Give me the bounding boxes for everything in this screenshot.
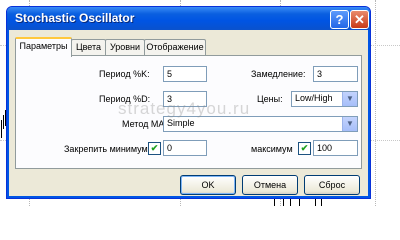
k-period-input[interactable]: 5 [163, 66, 207, 82]
chevron-down-icon[interactable]: ▼ [342, 92, 357, 106]
fix-min-input[interactable]: 0 [163, 140, 207, 156]
fix-min-checkbox[interactable]: ✔ [148, 142, 161, 155]
chart-candle [3, 115, 4, 129]
chart-candle [315, 199, 316, 206]
tab-parameters[interactable]: Параметры [15, 37, 72, 57]
chevron-down-icon[interactable]: ▼ [342, 117, 357, 131]
tab-colors[interactable]: Цвета [71, 39, 106, 55]
price-select-value: Low/High [295, 93, 333, 103]
title-bar[interactable]: Stochastic Oscillator ? ✕ [7, 7, 370, 30]
reset-button[interactable]: Сброс [304, 175, 360, 195]
fix-max-checkbox[interactable]: ✔ [298, 142, 311, 155]
tab-levels[interactable]: Уровни [105, 39, 145, 55]
chart-grid-line [375, 0, 376, 206]
price-label: Цены: [257, 94, 283, 104]
ma-method-label: Метод MA: [122, 119, 167, 129]
fix-min-label: Закрепить минимум [64, 144, 148, 154]
chart-candle [321, 198, 322, 206]
fix-max-label: максимум [251, 144, 293, 154]
slowing-label: Замедление: [251, 69, 306, 79]
close-button[interactable]: ✕ [350, 10, 369, 29]
dialog-title: Stochastic Oscillator [15, 11, 135, 25]
ok-button[interactable]: OK [180, 175, 236, 195]
chart-candle [283, 199, 284, 206]
slowing-input[interactable]: 3 [313, 66, 358, 82]
tab-display[interactable]: Отображение [144, 39, 206, 55]
cancel-button[interactable]: Отмена [242, 175, 298, 195]
chart-candle [274, 198, 275, 206]
fix-max-input[interactable]: 100 [313, 140, 358, 156]
k-period-label: Период %K: [99, 69, 150, 79]
price-select[interactable]: Low/High ▼ [291, 91, 358, 107]
watermark: strategy4you.ru [118, 99, 251, 118]
ma-method-select-value: Simple [167, 118, 195, 128]
chart-candle [1, 120, 2, 138]
help-button[interactable]: ? [330, 10, 349, 29]
chart-candle [299, 198, 300, 206]
